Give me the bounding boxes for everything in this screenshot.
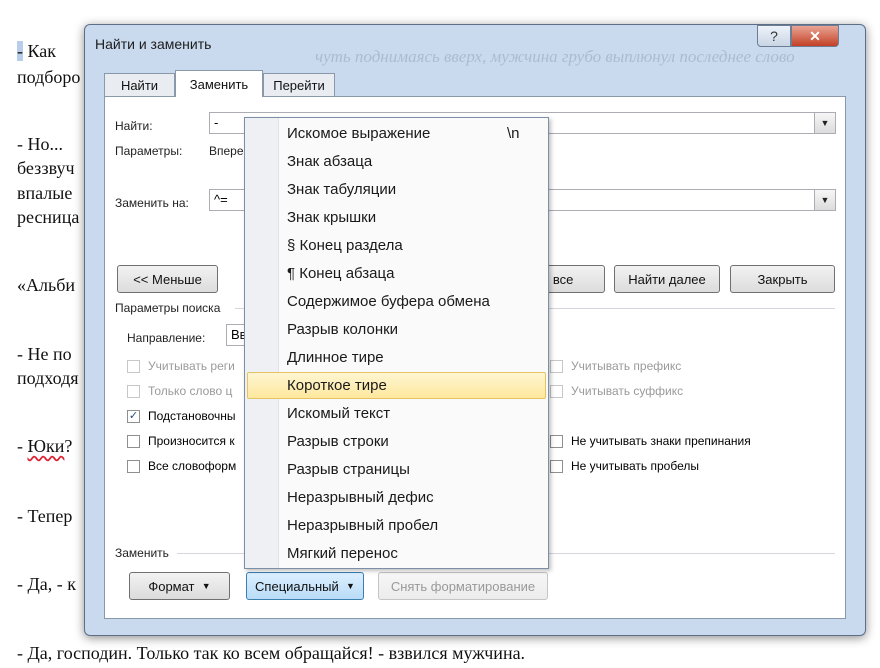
options-label: Параметры:	[115, 144, 183, 158]
menu-item-caret[interactable]: Знак крышки	[247, 204, 546, 231]
help-icon: ?	[770, 28, 778, 44]
direction-label: Направление:	[127, 331, 206, 345]
whole-word-checkbox[interactable]: Только слово ц	[127, 384, 232, 398]
search-params-label: Параметры поиска	[115, 301, 221, 315]
document-line: - Но...	[17, 134, 63, 154]
menu-item-em-dash[interactable]: Длинное тире	[247, 344, 546, 371]
document-line: - Юки?	[17, 436, 73, 456]
document-line: - Как	[17, 41, 56, 62]
menu-item-paragraph-end[interactable]: ¶ Конец абзаца	[247, 260, 546, 287]
match-case-checkbox[interactable]: Учитывать реги	[127, 359, 235, 373]
clear-formatting-button[interactable]: Снять форматирование	[378, 572, 548, 600]
menu-item-en-dash[interactable]: Короткое тире	[247, 372, 546, 399]
document-line: - Тепер	[17, 506, 73, 526]
chevron-down-icon: ▼	[346, 581, 355, 591]
find-label: Найти:	[115, 119, 153, 133]
wildcards-checkbox[interactable]: ✓ Подстановочны	[127, 409, 236, 423]
document-line: беззвуч	[17, 158, 75, 178]
match-suffix-checkbox[interactable]: Учитывать суффикс	[550, 384, 683, 398]
document-line: - Не по	[17, 344, 72, 364]
chevron-down-icon: ▼	[201, 581, 211, 591]
tab-goto[interactable]: Перейти	[263, 73, 335, 97]
check-icon: ✓	[127, 409, 140, 423]
document-line: - Да, - к	[17, 574, 77, 594]
document-line: - Да, господин. Только так ко всем обращ…	[17, 643, 526, 663]
checkbox-label: Учитывать префикс	[571, 359, 682, 373]
checkbox-box	[550, 384, 563, 398]
document-line: подборо	[17, 67, 81, 87]
checkbox-box	[127, 384, 140, 398]
replace-section-label: Заменить	[115, 546, 169, 560]
help-button[interactable]: ?	[757, 25, 791, 47]
checkbox-label: Только слово ц	[148, 384, 233, 398]
menu-item-section-break[interactable]: § Конец раздела	[247, 232, 546, 259]
ignore-whitespace-checkbox[interactable]: Не учитывать пробелы	[550, 459, 699, 473]
menu-item-nonbreaking-hyphen[interactable]: Неразрывный дефис	[247, 484, 546, 511]
menu-item-page-break[interactable]: Разрыв страницы	[247, 456, 546, 483]
checkbox-label: Все словоформ	[148, 459, 237, 473]
document-line: ресница	[17, 207, 80, 227]
checkbox-label: Не учитывать пробелы	[571, 459, 699, 473]
menu-item-find-expression[interactable]: Искомое выражение \n	[247, 120, 546, 147]
ghost-document-text: чуть поднимаясь вверх, мужчина грубо вып…	[315, 47, 795, 66]
document-line: «Альби	[17, 275, 75, 295]
misspelled-word: Юки	[27, 436, 65, 456]
close-window-button[interactable]: ✕	[791, 25, 839, 47]
menu-item-optional-hyphen[interactable]: Мягкий перенос	[247, 540, 546, 567]
tab-find[interactable]: Найти	[104, 73, 175, 97]
checkbox-box	[550, 434, 563, 448]
checkbox-label: Подстановочны	[148, 409, 236, 423]
special-button[interactable]: Специальный ▼	[246, 572, 364, 600]
menu-item-shortcut: \n	[507, 125, 520, 142]
less-button[interactable]: << Меньше	[117, 265, 218, 293]
special-menu: Искомое выражение \n Знак абзаца Знак таб…	[244, 117, 549, 569]
replace-with-label: Заменить на:	[115, 196, 189, 210]
checkbox-box	[127, 359, 140, 373]
checkbox-box	[127, 434, 140, 448]
replace-input-value: ^=	[214, 192, 228, 207]
dialog-title: Найти и заменить	[95, 36, 212, 52]
format-button-label: Формат	[148, 578, 195, 594]
checkbox-label: Произносится к	[148, 434, 235, 448]
chevron-down-icon: ▼	[820, 195, 830, 205]
special-button-label: Специальный	[255, 578, 339, 594]
selected-dash: -	[17, 41, 23, 61]
menu-item-column-break[interactable]: Разрыв колонки	[247, 316, 546, 343]
chevron-down-icon: ▼	[820, 118, 830, 128]
menu-item-nonbreaking-space[interactable]: Неразрывный пробел	[247, 512, 546, 539]
close-button[interactable]: Закрыть	[730, 265, 835, 293]
find-next-button[interactable]: Найти далее	[614, 265, 720, 293]
menu-item-clipboard-contents[interactable]: Содержимое буфера обмена	[247, 288, 546, 315]
document-line: подходя	[17, 368, 79, 388]
replace-history-dropdown[interactable]: ▼	[814, 190, 835, 210]
menu-item-tab-character[interactable]: Знак табуляции	[247, 176, 546, 203]
menu-item-find-what-text[interactable]: Искомый текст	[247, 400, 546, 427]
format-button[interactable]: Формат ▼	[129, 572, 230, 600]
sounds-like-checkbox[interactable]: Произносится к	[127, 434, 235, 448]
document-line: впалые	[17, 183, 73, 203]
checkbox-box	[127, 459, 140, 473]
options-value: Впере	[209, 144, 244, 158]
find-history-dropdown[interactable]: ▼	[814, 113, 835, 133]
document-line-rest: Как	[27, 41, 57, 61]
close-icon: ✕	[809, 27, 821, 44]
ignore-punctuation-checkbox[interactable]: Не учитывать знаки препинания	[550, 434, 751, 448]
menu-item-label: Искомое выражение	[287, 125, 431, 142]
find-input-value: -	[214, 115, 219, 130]
checkbox-label: Учитывать суффикс	[571, 384, 684, 398]
all-word-forms-checkbox[interactable]: Все словоформ	[127, 459, 236, 473]
checkbox-label: Не учитывать знаки препинания	[571, 434, 751, 448]
menu-item-line-break[interactable]: Разрыв строки	[247, 428, 546, 455]
checkbox-box	[550, 459, 563, 473]
checkbox-box	[550, 359, 563, 373]
match-prefix-checkbox[interactable]: Учитывать префикс	[550, 359, 681, 373]
checkbox-label: Учитывать реги	[148, 359, 235, 373]
tab-replace[interactable]: Заменить	[175, 70, 263, 97]
menu-item-paragraph-mark[interactable]: Знак абзаца	[247, 148, 546, 175]
